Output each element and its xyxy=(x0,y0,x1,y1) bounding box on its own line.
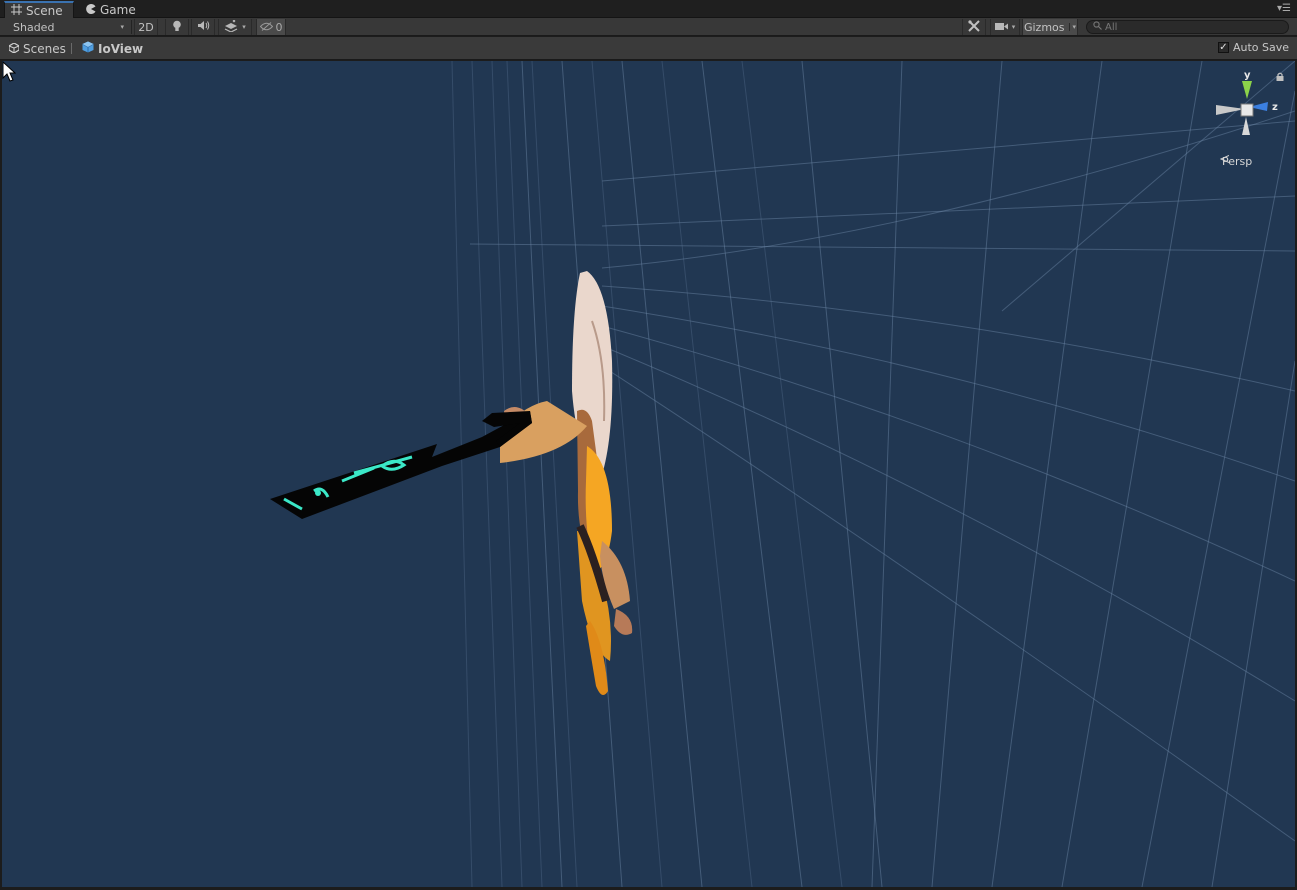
gizmo-z-label: z xyxy=(1272,102,1278,113)
hidden-objects-count: 0 xyxy=(275,20,283,34)
gizmo-negative-y-cone xyxy=(1242,117,1250,135)
gizmo-y-axis-cone xyxy=(1242,81,1252,99)
auto-save-toggle[interactable]: ✓ Auto Save xyxy=(1217,41,1289,54)
search-placeholder: All xyxy=(1105,21,1118,33)
gizmos-label: Gizmos xyxy=(1023,20,1065,34)
tab-game[interactable]: Game xyxy=(80,1,140,18)
character-model xyxy=(500,271,633,695)
breadcrumb-scenes-label: Scenes xyxy=(23,41,66,56)
chevron-down-icon: ▾ xyxy=(120,23,124,31)
gizmo-center-cube xyxy=(1240,103,1254,117)
search-icon xyxy=(1093,21,1102,33)
tools-icon xyxy=(968,19,980,35)
breadcrumb-separator xyxy=(71,43,72,54)
chevron-down-icon: ▾ xyxy=(242,23,246,31)
effects-dropdown-button[interactable]: ▾ xyxy=(218,19,252,35)
eye-slash-icon xyxy=(259,21,273,34)
chevron-down-icon: ▾ xyxy=(1011,23,1016,31)
scene-orientation-gizmo[interactable]: y z xyxy=(1212,67,1282,137)
audio-toggle-button[interactable] xyxy=(191,19,215,35)
tab-game-label: Game xyxy=(100,2,136,17)
gizmo-y-label: y xyxy=(1244,70,1251,81)
gizmos-dropdown[interactable]: Gizmos ▾ xyxy=(1022,19,1078,35)
toolbar-divider xyxy=(131,20,132,34)
camera-settings-dropdown[interactable]: ▾ xyxy=(990,19,1020,35)
hierarchy-search-field[interactable]: All xyxy=(1086,20,1289,34)
mouse-cursor-icon xyxy=(2,61,16,82)
camera-icon xyxy=(994,21,1008,34)
chevron-down-icon: ▾ xyxy=(1068,23,1076,31)
shading-mode-dropdown[interactable]: Shaded ▾ xyxy=(8,19,128,35)
auto-save-checkbox[interactable]: ✓ xyxy=(1217,42,1229,53)
lock-icon[interactable] xyxy=(1276,72,1284,81)
lightbulb-icon xyxy=(172,20,182,35)
auto-save-label: Auto Save xyxy=(1232,41,1289,54)
window-tab-bar: Scene Game ▾☰ xyxy=(0,0,1297,18)
shading-mode-value: Shaded xyxy=(13,20,55,34)
projection-toggle[interactable]: Persp xyxy=(1220,155,1252,168)
hidden-objects-toggle[interactable]: 0 xyxy=(256,19,286,35)
prefab-cube-icon xyxy=(82,41,94,56)
breadcrumb-scenes[interactable]: Scenes xyxy=(8,41,66,56)
tab-options-menu-icon[interactable]: ▾☰ xyxy=(1277,3,1291,14)
lighting-toggle-button[interactable] xyxy=(165,19,189,35)
tab-scene-label: Scene xyxy=(26,3,63,18)
unity-logo-icon xyxy=(8,41,20,56)
scene-tools-button[interactable] xyxy=(962,19,986,35)
scene-toolbar: Shaded ▾ 2D ▾ 0 ▾ Gizmos ▾ All xyxy=(0,18,1297,36)
grid-icon xyxy=(11,3,22,18)
2d-mode-button[interactable]: 2D xyxy=(134,19,158,35)
breadcrumb-prefab-label: IoView xyxy=(98,41,144,56)
layers-effects-icon xyxy=(224,19,238,35)
2d-mode-label: 2D xyxy=(138,20,154,34)
sword-model xyxy=(270,411,532,519)
scene-viewport[interactable]: y z Persp xyxy=(2,61,1295,887)
speaker-icon xyxy=(197,20,210,34)
pacman-icon xyxy=(86,3,96,17)
prefab-breadcrumb-bar: Scenes IoView ✓ Auto Save xyxy=(0,37,1297,60)
scene-grid-faint xyxy=(451,61,843,887)
tab-scene[interactable]: Scene xyxy=(4,1,74,18)
scene-view-canvas[interactable] xyxy=(2,61,1295,887)
breadcrumb-prefab[interactable]: IoView xyxy=(82,41,143,56)
